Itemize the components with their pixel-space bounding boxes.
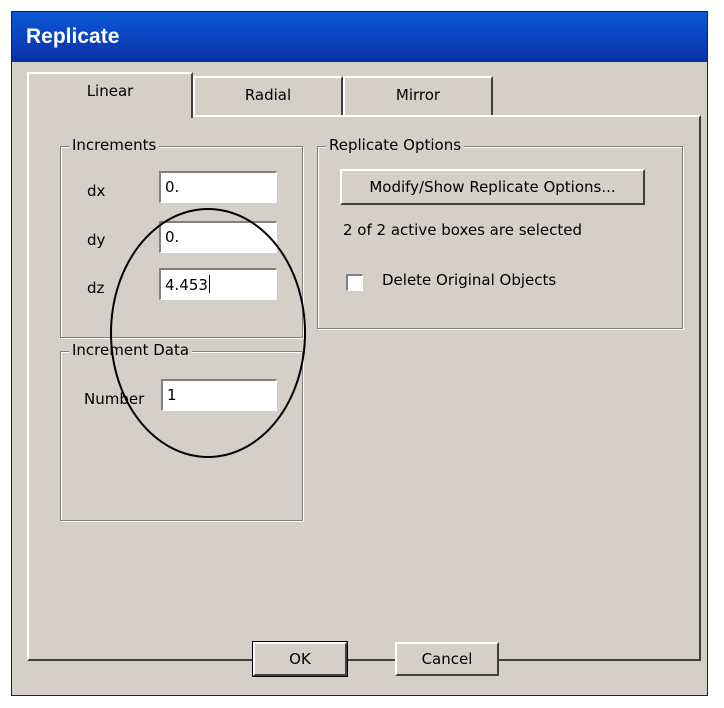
dx-label: dx (87, 182, 106, 200)
dz-label: dz (87, 279, 105, 297)
tab-linear[interactable]: Linear (27, 72, 193, 118)
tab-radial[interactable]: Radial (193, 76, 343, 116)
replicate-options-legend: Replicate Options (326, 136, 465, 154)
tab-mirror-label: Mirror (395, 86, 441, 104)
dz-input[interactable]: 4.453 (159, 268, 277, 300)
selection-status: 2 of 2 active boxes are selected (343, 221, 583, 239)
tab-linear-label: Linear (86, 82, 134, 100)
tab-mirror[interactable]: Mirror (343, 76, 493, 116)
tab-panel-linear: Increments dx 0. dy 0. dz 4.453 Incremen… (27, 115, 701, 677)
modify-replicate-options-label: Modify/Show Replicate Options... (369, 178, 616, 196)
title-bar[interactable]: Replicate (12, 12, 707, 62)
delete-original-checkbox[interactable] (346, 274, 363, 291)
ok-button[interactable]: OK (252, 641, 348, 677)
dy-label: dy (87, 231, 106, 249)
modify-replicate-options-button[interactable]: Modify/Show Replicate Options... (340, 169, 645, 205)
dy-input[interactable]: 0. (159, 221, 277, 253)
delete-original-label: Delete Original Objects (382, 271, 557, 289)
increments-legend: Increments (69, 136, 160, 154)
number-label: Number (84, 390, 145, 408)
increment-data-legend: Increment Data (69, 341, 193, 359)
increment-data-group: Increment Data (60, 341, 303, 521)
window-title: Replicate (26, 25, 120, 48)
cancel-button[interactable]: Cancel (395, 642, 499, 676)
number-input[interactable]: 1 (161, 379, 277, 411)
ok-label: OK (289, 650, 311, 668)
cancel-label: Cancel (421, 650, 473, 668)
dx-input[interactable]: 0. (159, 171, 277, 203)
tab-radial-label: Radial (244, 86, 292, 104)
